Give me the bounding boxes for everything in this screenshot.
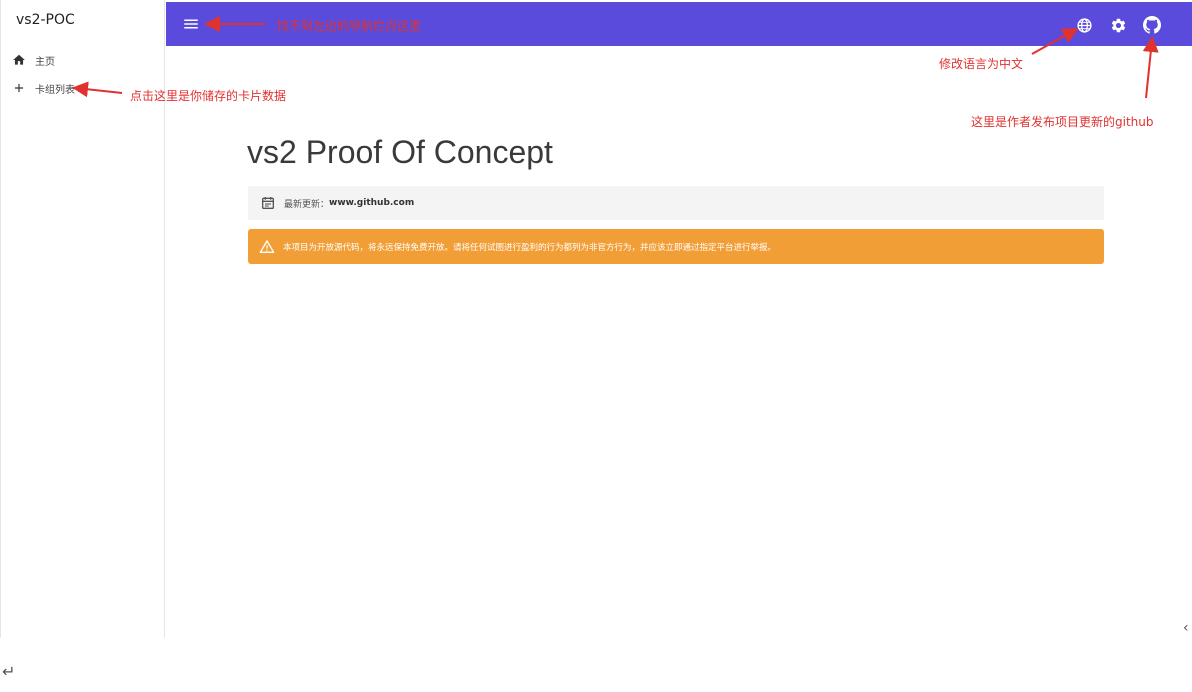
sidebar-item-deck-list[interactable]: 卡组列表 xyxy=(11,78,75,98)
warning-icon xyxy=(259,239,275,255)
plus-icon xyxy=(11,80,27,96)
return-icon: ↵ xyxy=(2,662,16,681)
warning-text: 本项目为开放源代码，将永远保持免费开放。请将任何试图进行盈利的行为都列为非官方行… xyxy=(283,242,777,253)
sidebar-item-label: 主页 xyxy=(35,56,55,68)
sidebar-item-home[interactable]: 主页 xyxy=(11,50,55,70)
update-prefix: 最新更新： xyxy=(284,199,330,210)
update-info-bar: 最新更新： www.github.com xyxy=(248,186,1104,220)
collapse-chevron-icon[interactable]: ‹ xyxy=(1183,620,1189,636)
menu-icon[interactable] xyxy=(182,15,200,33)
gear-icon[interactable] xyxy=(1109,16,1127,34)
update-link[interactable]: www.github.com xyxy=(329,198,414,208)
calendar-icon xyxy=(260,195,276,211)
github-icon[interactable] xyxy=(1143,16,1161,34)
home-icon xyxy=(11,52,27,68)
annotation-deck: 点击这里是你储存的卡片数据 xyxy=(130,89,287,103)
annotation-github: 这里是作者发布项目更新的github xyxy=(971,115,1154,129)
brand-title: vs2-POC xyxy=(16,12,75,28)
page-title: vs2 Proof Of Concept xyxy=(247,134,553,170)
annotation-menu: 找不到左边的导航栏点这里 xyxy=(277,19,422,33)
globe-icon[interactable] xyxy=(1075,16,1093,34)
sidebar-item-label: 卡组列表 xyxy=(35,84,75,96)
warning-banner: 本项目为开放源代码，将永远保持免费开放。请将任何试图进行盈利的行为都列为非官方行… xyxy=(248,229,1104,264)
annotation-language: 修改语言为中文 xyxy=(939,57,1024,71)
